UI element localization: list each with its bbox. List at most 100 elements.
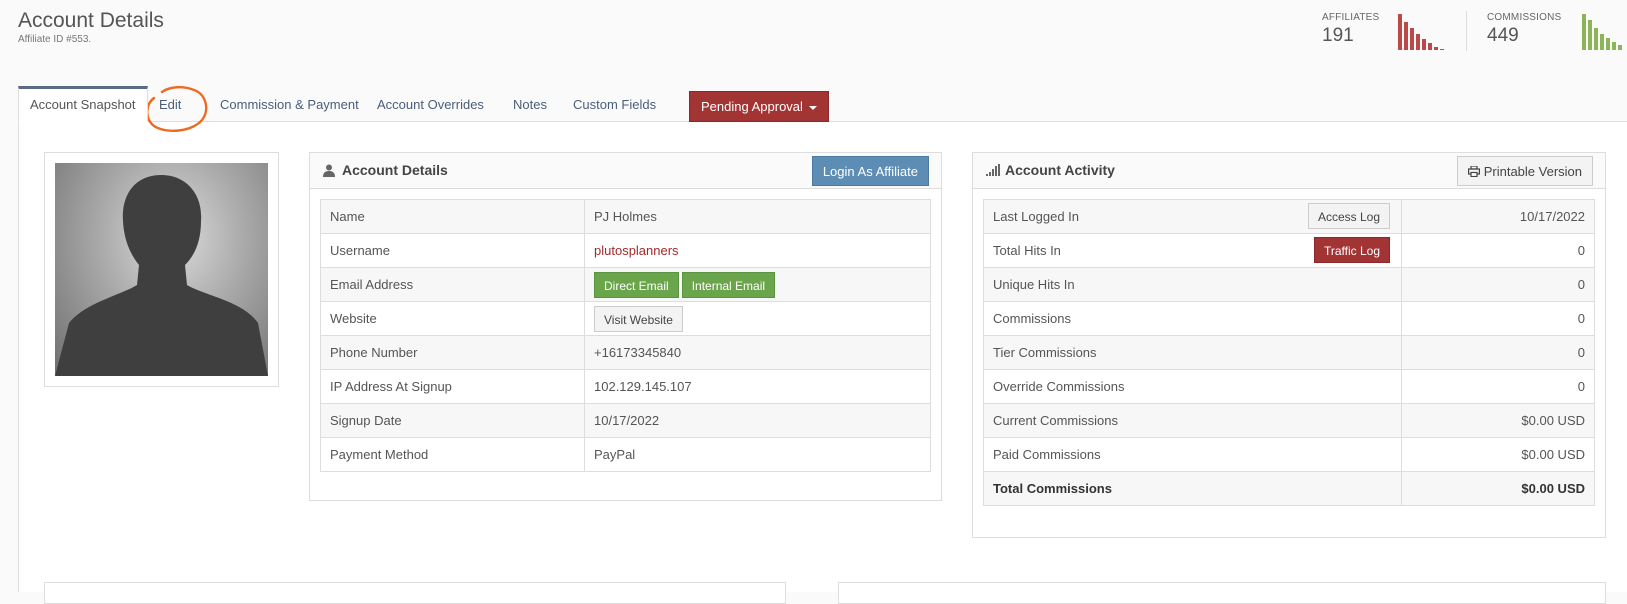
table-row: Payment Method PayPal bbox=[320, 437, 931, 472]
row-label: Commissions bbox=[983, 301, 1402, 336]
tab-account-overrides[interactable]: Account Overrides bbox=[366, 89, 495, 121]
row-label: Website bbox=[320, 301, 585, 336]
internal-email-button[interactable]: Internal Email bbox=[681, 271, 776, 298]
spark-bar bbox=[1416, 34, 1420, 50]
pending-approval-label: Pending Approval bbox=[701, 99, 803, 114]
ip-value: 102.129.145.107 bbox=[584, 369, 931, 404]
username-link[interactable]: plutosplanners bbox=[594, 243, 679, 258]
page-title: Account Details bbox=[18, 9, 164, 32]
tab-account-snapshot[interactable]: Account Snapshot bbox=[18, 86, 148, 122]
table-row: Paid Commissions $0.00 USD bbox=[983, 437, 1595, 472]
printable-version-button[interactable]: Printable Version bbox=[1456, 156, 1593, 186]
table-row: Signup Date 10/17/2022 bbox=[320, 403, 931, 438]
login-as-affiliate-button[interactable]: Login As Affiliate bbox=[811, 156, 929, 186]
panel-title: Account Activity bbox=[1005, 162, 1115, 178]
panel-title: Account Details bbox=[342, 162, 448, 178]
spark-bar bbox=[1582, 14, 1586, 50]
account-activity-table: Last Logged In Access Log 10/17/2022 Tota… bbox=[983, 199, 1595, 506]
affiliate-id: Affiliate ID #553. bbox=[18, 34, 92, 45]
commissions-value: 449 bbox=[1487, 25, 1519, 46]
row-label: Current Commissions bbox=[983, 403, 1402, 438]
user-icon bbox=[323, 164, 335, 177]
spark-bar bbox=[1612, 42, 1616, 50]
website-cell: Visit Website bbox=[584, 301, 931, 336]
direct-email-button[interactable]: Direct Email bbox=[594, 271, 679, 298]
affiliates-value: 191 bbox=[1322, 25, 1354, 46]
commissions-stat: COMMISSIONS 449 bbox=[1487, 12, 1561, 47]
tab-notes[interactable]: Notes bbox=[502, 89, 558, 121]
table-row: Total Hits In Traffic Log 0 bbox=[983, 233, 1595, 268]
tier-commissions-value: 0 bbox=[1401, 335, 1595, 370]
table-row: Name PJ Holmes bbox=[320, 199, 931, 234]
avatar-frame bbox=[44, 152, 279, 387]
account-details-table: Name PJ Holmes Username plutosplanners E… bbox=[320, 199, 931, 472]
spark-bar bbox=[1428, 43, 1432, 50]
spark-bar bbox=[1404, 22, 1408, 50]
row-label: Payment Method bbox=[320, 437, 585, 472]
spark-bar bbox=[1440, 49, 1444, 50]
row-label: Username bbox=[320, 233, 585, 268]
row-label: Paid Commissions bbox=[983, 437, 1402, 472]
row-label: Total Commissions bbox=[983, 471, 1402, 506]
row-label-text: Total Hits In bbox=[993, 243, 1061, 258]
print-icon bbox=[1467, 165, 1480, 178]
access-log-button[interactable]: Access Log bbox=[1307, 203, 1390, 229]
panel-header: Account Activity Printable Version bbox=[973, 153, 1605, 189]
table-row: Commissions 0 bbox=[983, 301, 1595, 336]
table-row: Tier Commissions 0 bbox=[983, 335, 1595, 370]
panel-header: Account Details Login As Affiliate bbox=[310, 153, 941, 189]
spark-bar bbox=[1606, 38, 1610, 50]
tab-edit[interactable]: Edit bbox=[148, 89, 192, 121]
tab-custom-fields[interactable]: Custom Fields bbox=[562, 89, 667, 121]
row-label: IP Address At Signup bbox=[320, 369, 585, 404]
table-row: Unique Hits In 0 bbox=[983, 267, 1595, 302]
payment-method-value: PayPal bbox=[584, 437, 931, 472]
row-label: Email Address bbox=[320, 267, 585, 302]
avatar bbox=[55, 163, 268, 376]
affiliates-stat: AFFILIATES 191 bbox=[1322, 12, 1379, 47]
total-commissions-value: $0.00 USD bbox=[1401, 471, 1595, 506]
tab-commission-payment[interactable]: Commission & Payment bbox=[209, 89, 370, 121]
commissions-count-value: 0 bbox=[1401, 301, 1595, 336]
affiliates-sparkline bbox=[1398, 14, 1444, 50]
row-label: Total Hits In Traffic Log bbox=[983, 233, 1402, 268]
spark-bar bbox=[1422, 39, 1426, 50]
row-label-text: Last Logged In bbox=[993, 209, 1080, 224]
printable-version-label: Printable Version bbox=[1483, 164, 1582, 179]
commissions-sparkline bbox=[1582, 14, 1622, 50]
account-activity-panel: Account Activity Printable Version Last … bbox=[972, 152, 1606, 538]
lower-left-panel bbox=[44, 582, 786, 604]
visit-website-button[interactable]: Visit Website bbox=[594, 305, 683, 332]
traffic-log-button[interactable]: Traffic Log bbox=[1313, 237, 1390, 263]
table-row: Website Visit Website bbox=[320, 301, 931, 336]
row-label: Phone Number bbox=[320, 335, 585, 370]
table-row: Override Commissions 0 bbox=[983, 369, 1595, 404]
total-hits-value: 0 bbox=[1401, 233, 1595, 268]
spark-bar bbox=[1618, 45, 1622, 50]
spark-bar bbox=[1600, 34, 1604, 50]
table-row: Username plutosplanners bbox=[320, 233, 931, 268]
unique-hits-value: 0 bbox=[1401, 267, 1595, 302]
spark-bar bbox=[1594, 28, 1598, 50]
stat-divider bbox=[1466, 11, 1467, 51]
lower-right-panel bbox=[838, 582, 1606, 604]
last-logged-in-value: 10/17/2022 bbox=[1401, 199, 1595, 234]
commissions-label: COMMISSIONS bbox=[1487, 12, 1562, 23]
table-row-total: Total Commissions $0.00 USD bbox=[983, 471, 1595, 506]
paid-commissions-value: $0.00 USD bbox=[1401, 437, 1595, 472]
signal-bars-icon bbox=[986, 164, 1000, 176]
table-row: Last Logged In Access Log 10/17/2022 bbox=[983, 199, 1595, 234]
current-commissions-value: $0.00 USD bbox=[1401, 403, 1595, 438]
table-row: Phone Number +16173345840 bbox=[320, 335, 931, 370]
affiliates-label: AFFILIATES bbox=[1322, 12, 1380, 23]
table-row: Email Address Direct Email Internal Email bbox=[320, 267, 931, 302]
pending-approval-dropdown[interactable]: Pending Approval bbox=[689, 91, 829, 122]
row-label: Unique Hits In bbox=[983, 267, 1402, 302]
spark-bar bbox=[1434, 47, 1438, 50]
row-label: Last Logged In Access Log bbox=[983, 199, 1402, 234]
phone-value: +16173345840 bbox=[584, 335, 931, 370]
tab-bar: Account Snapshot Edit Commission & Payme… bbox=[18, 86, 1627, 122]
spark-bar bbox=[1588, 20, 1592, 50]
signup-date-value: 10/17/2022 bbox=[584, 403, 931, 438]
caret-down-icon bbox=[808, 105, 817, 110]
